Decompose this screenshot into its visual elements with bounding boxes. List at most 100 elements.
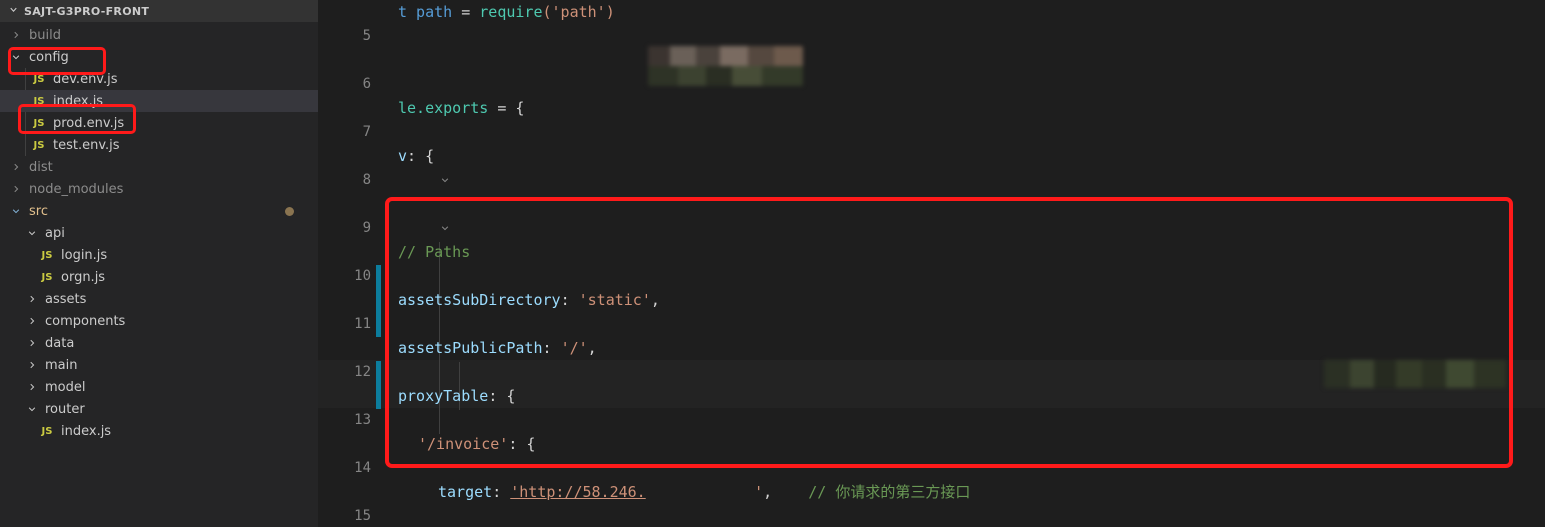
code-text: t path = require('path') [398, 0, 615, 24]
tree-item-prod-env-js[interactable]: JS prod.env.js [0, 112, 318, 134]
code-text: '/invoice': { [418, 432, 535, 456]
token: : [542, 339, 561, 357]
tree-item-dev-env-js[interactable]: JS dev.env.js [0, 68, 318, 90]
tree-item-dist[interactable]: dist [0, 156, 318, 178]
redacted-region-comment-url [1324, 360, 1506, 388]
tree-item-clipped[interactable]: JS index.js [0, 420, 318, 442]
code-line: 14 '/invoice': { [318, 432, 1545, 476]
tree-item-index-js[interactable]: JS index.js [0, 90, 318, 112]
tree-item-label: config [29, 49, 69, 65]
line-number: 9 [362, 220, 371, 236]
tree-item-router[interactable]: router [0, 398, 318, 420]
explorer-sidebar: SAJT-G3PRO-FRONT build config JS dev.env… [0, 0, 318, 527]
chevron-right-icon [24, 294, 40, 304]
chevron-right-icon [8, 184, 24, 194]
code-line: 11 assetsSubDirectory: 'static', [318, 288, 1545, 332]
chevron-right-icon [24, 360, 40, 370]
token: '/invoice' [418, 435, 509, 453]
js-file-icon: JS [33, 117, 45, 129]
token: 'static' [578, 291, 651, 309]
tree-item-label: node_modules [29, 181, 124, 197]
code-line: 6 [318, 48, 1545, 92]
js-file-icon: JS [41, 271, 53, 283]
tree-item-components[interactable]: components [0, 310, 318, 332]
token: proxyTable [398, 387, 489, 405]
config-children: JS dev.env.js JS index.js JS prod.env.js… [0, 68, 318, 156]
tree-item-label: router [45, 401, 85, 417]
token: , [763, 483, 773, 501]
tree-item-label: index.js [53, 93, 104, 109]
chevron-right-icon [24, 382, 40, 392]
tree-item-api[interactable]: api [0, 222, 318, 244]
file-tree: build config JS dev.env.js JS index.js J… [0, 22, 318, 442]
tree-item-orgn-js[interactable]: JS orgn.js [0, 266, 318, 288]
tree-item-data[interactable]: data [0, 332, 318, 354]
token: v [398, 147, 408, 165]
token: assetsSubDirectory [398, 291, 561, 309]
tree-item-main[interactable]: main [0, 354, 318, 376]
code-line: 8 v: { [318, 144, 1545, 231]
tree-item-label: data [45, 335, 75, 351]
tree-item-node-modules[interactable]: node_modules [0, 178, 318, 200]
chevron-down-icon [24, 404, 40, 414]
code-text: proxyTable: { [398, 384, 515, 408]
code-text: le.exports = { [398, 96, 524, 120]
token: { [515, 99, 525, 117]
tree-item-label: src [29, 203, 48, 219]
tree-item-label: login.js [61, 247, 108, 263]
line-number: 10 [354, 268, 371, 284]
line-number: 11 [354, 316, 371, 332]
line-number: 5 [362, 28, 371, 44]
token: = [461, 3, 471, 21]
tree-item-label: main [45, 357, 78, 373]
js-file-icon: JS [33, 139, 45, 151]
tree-item-assets[interactable]: assets [0, 288, 318, 310]
tree-item-label: prod.env.js [53, 115, 125, 131]
token: require [479, 3, 543, 21]
tree-item-build[interactable]: build [0, 24, 318, 46]
code-editor[interactable]: 5 t path = require('path') 6 7 le.export… [318, 0, 1545, 527]
tree-item-src[interactable]: src [0, 200, 318, 222]
tree-item-label: components [45, 313, 126, 329]
code-line: 15 target: 'http://58.246. ', // 你请求的第三方… [318, 480, 1545, 524]
token: : [492, 483, 511, 501]
code-line: 7 le.exports = { [318, 96, 1545, 183]
js-file-icon: JS [41, 425, 53, 437]
tree-item-config[interactable]: config [0, 46, 318, 68]
token: ' [754, 483, 764, 501]
token: : { [488, 387, 516, 405]
explorer-project-header[interactable]: SAJT-G3PRO-FRONT [0, 0, 318, 22]
code-line: 12 assetsPublicPath: '/', [318, 336, 1545, 380]
line-number: 14 [354, 460, 371, 476]
chevron-right-icon [24, 316, 40, 326]
editor-lines: 5 t path = require('path') 6 7 le.export… [318, 0, 1545, 527]
code-text: // Paths [398, 240, 470, 264]
code-text: assetsSubDirectory: 'static', [398, 288, 660, 312]
tree-item-label: dev.env.js [53, 71, 118, 87]
tree-item-login-js[interactable]: JS login.js [0, 244, 318, 266]
code-text: assetsPublicPath: '/', [398, 336, 597, 360]
modified-dot-icon [285, 206, 294, 216]
tree-item-label: dist [29, 159, 53, 175]
chevron-down-icon [24, 228, 40, 238]
tree-item-label: build [29, 27, 61, 43]
token: : { [508, 435, 536, 453]
tree-item-model[interactable]: model [0, 376, 318, 398]
redacted-region-target-url [648, 46, 803, 86]
token: : { [407, 147, 435, 165]
js-file-icon: JS [33, 95, 45, 107]
line-number: 6 [362, 76, 371, 92]
tree-item-test-env-js[interactable]: JS test.env.js [0, 134, 318, 156]
code-text: v: { [398, 144, 434, 168]
chevron-right-icon [8, 30, 24, 40]
tree-item-label: orgn.js [61, 269, 106, 285]
code-line: 10 // Paths [318, 240, 1545, 284]
token: ('path') [542, 3, 615, 21]
explorer-title: SAJT-G3PRO-FRONT [24, 4, 150, 18]
token-url: 'http://58.246. [510, 483, 646, 501]
token: assetsPublicPath [398, 339, 543, 357]
